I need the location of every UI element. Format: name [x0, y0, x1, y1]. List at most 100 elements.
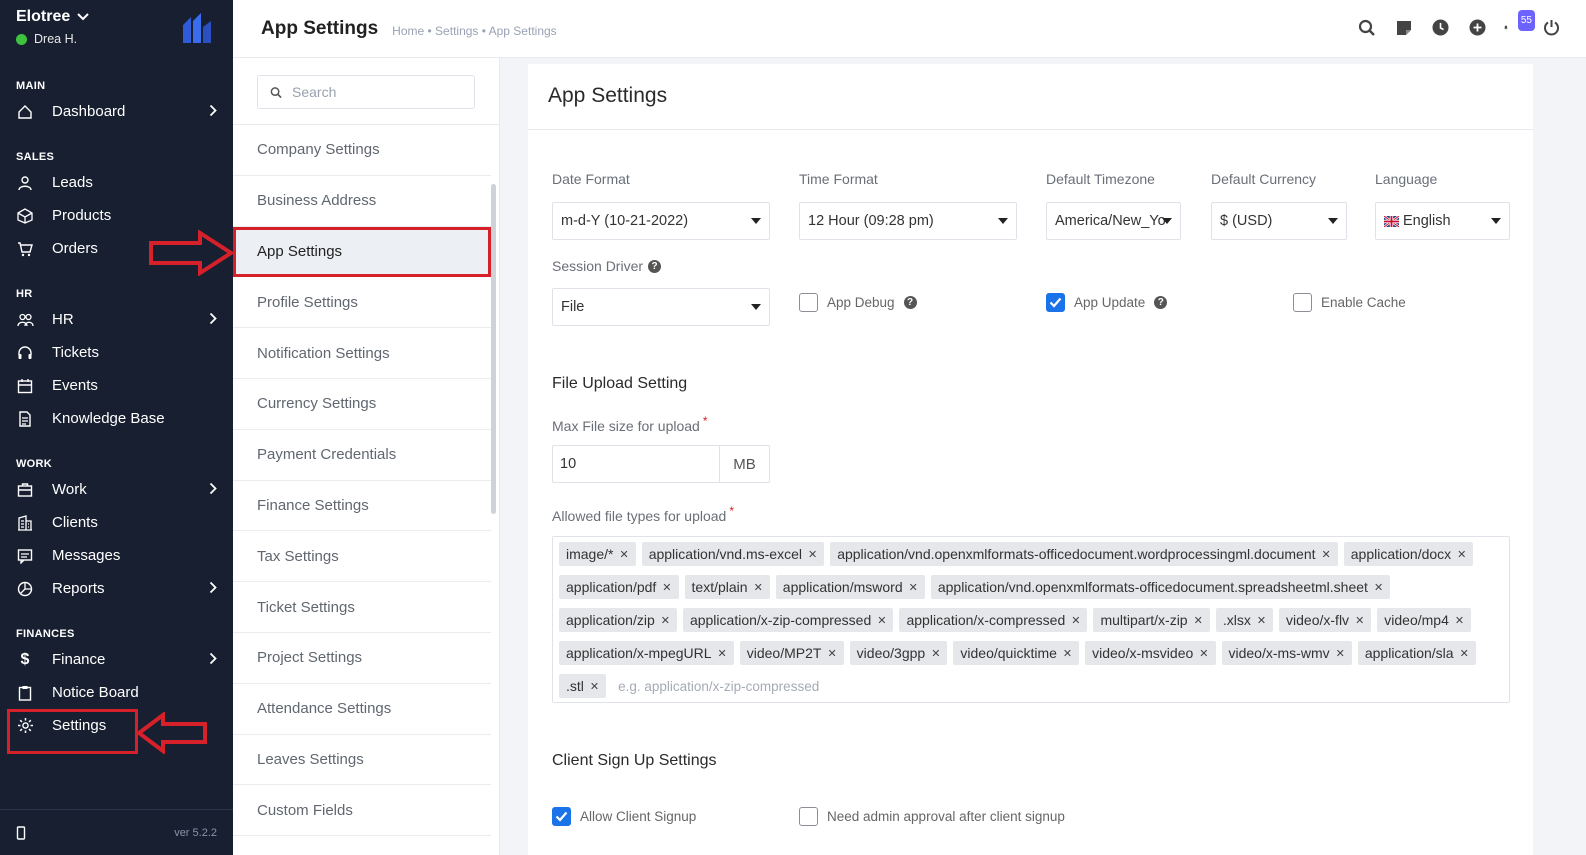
- remove-tag-icon[interactable]: ✕: [662, 581, 671, 594]
- enable-cache-checkbox-row[interactable]: Enable Cache: [1293, 293, 1406, 312]
- settings-menu-item-profile-settings[interactable]: Profile Settings: [233, 277, 491, 329]
- app-debug-checkbox[interactable]: [799, 293, 818, 312]
- sidebar-item-products[interactable]: Products: [0, 199, 233, 232]
- file-type-tag: application/x-zip-compressed ✕: [682, 608, 894, 632]
- settings-menu-item-business-address[interactable]: Business Address: [233, 176, 491, 227]
- currency-select[interactable]: $ (USD): [1211, 202, 1347, 240]
- help-icon[interactable]: ?: [903, 296, 917, 309]
- chevron-right-wrap: [209, 482, 217, 499]
- sidebar-item-notice-board[interactable]: Notice Board: [0, 676, 233, 709]
- remove-tag-icon[interactable]: ✕: [1460, 647, 1469, 660]
- brand-header[interactable]: Elotree Drea H.: [0, 0, 233, 58]
- settings-menu-item-currency-settings[interactable]: Currency Settings: [233, 379, 491, 430]
- file-type-tag-entry[interactable]: e.g. application/x-zip-compressed: [612, 674, 819, 698]
- session-driver-select[interactable]: File: [552, 288, 770, 326]
- notification-bell-icon[interactable]: 55: [1504, 10, 1535, 38]
- clock-icon[interactable]: [1430, 17, 1451, 38]
- remove-tag-icon[interactable]: ✕: [1071, 614, 1080, 627]
- remove-tag-icon[interactable]: ✕: [718, 647, 727, 660]
- settings-menu-item-project-settings[interactable]: Project Settings: [233, 633, 491, 684]
- sidebar-item-leads[interactable]: Leads: [0, 166, 233, 199]
- breadcrumb[interactable]: Home • Settings • App Settings: [392, 24, 557, 38]
- date-format-select[interactable]: m-d-Y (10-21-2022): [552, 202, 770, 240]
- settings-menu-item-leaves-settings[interactable]: Leaves Settings: [233, 735, 491, 786]
- file-type-tag-label: application/msword: [782, 579, 903, 595]
- remove-tag-icon[interactable]: ✕: [909, 581, 918, 594]
- allowed-file-types-tag-input[interactable]: image/* ✕ application/vnd.ms-excel ✕ applica…: [552, 536, 1510, 703]
- remove-tag-icon[interactable]: ✕: [1355, 614, 1364, 627]
- app-debug-checkbox-row[interactable]: App Debug ?: [799, 293, 917, 312]
- app-logo-icon[interactable]: [181, 11, 215, 45]
- file-type-tag-label: video/x-msvideo: [1092, 645, 1194, 661]
- allow-client-signup-row[interactable]: Allow Client Signup: [552, 807, 696, 826]
- settings-menu-scrollbar[interactable]: [491, 184, 496, 514]
- remove-tag-icon[interactable]: ✕: [1336, 647, 1345, 660]
- sticky-note-icon[interactable]: [1393, 17, 1414, 38]
- help-icon[interactable]: ?: [1154, 296, 1168, 309]
- sidebar-item-hr[interactable]: HR: [0, 303, 233, 336]
- remove-tag-icon[interactable]: ✕: [931, 647, 940, 660]
- remove-tag-icon[interactable]: ✕: [1455, 614, 1464, 627]
- remove-tag-icon[interactable]: ✕: [619, 548, 628, 561]
- remove-tag-icon[interactable]: ✕: [754, 581, 763, 594]
- nav-section-main: MAIN: [16, 80, 46, 92]
- power-icon[interactable]: [1541, 17, 1562, 38]
- allow-client-signup-checkbox[interactable]: [552, 807, 571, 826]
- cart-icon: [16, 240, 34, 258]
- remove-tag-icon[interactable]: ✕: [1374, 581, 1383, 594]
- sidebar-item-work[interactable]: Work: [0, 473, 233, 506]
- settings-menu-item-payment-credentials[interactable]: Payment Credentials: [233, 430, 491, 481]
- remove-tag-icon[interactable]: ✕: [1257, 614, 1266, 627]
- sidebar-item-knowledge-base[interactable]: Knowledge Base: [0, 402, 233, 435]
- sidebar-item-messages[interactable]: Messages: [0, 539, 233, 572]
- language-select[interactable]: English: [1375, 202, 1510, 240]
- file-type-tag-label: video/x-flv: [1286, 612, 1350, 628]
- remove-tag-icon[interactable]: ✕: [590, 680, 599, 693]
- chevron-right-icon: [209, 581, 217, 594]
- file-type-tag: text/plain ✕: [684, 575, 770, 599]
- remove-tag-icon[interactable]: ✕: [1199, 647, 1208, 660]
- app-update-checkbox-row[interactable]: App Update ?: [1046, 293, 1168, 312]
- sidebar-item-dashboard[interactable]: Dashboard: [0, 95, 233, 128]
- file-type-tag-label: application/zip: [566, 612, 655, 628]
- remove-tag-icon[interactable]: ✕: [1457, 548, 1466, 561]
- sidebar-item-clients[interactable]: Clients: [0, 506, 233, 539]
- enable-cache-checkbox[interactable]: [1293, 293, 1312, 312]
- remove-tag-icon[interactable]: ✕: [808, 548, 817, 561]
- settings-menu-item-ticket-settings[interactable]: Ticket Settings: [233, 582, 491, 633]
- max-file-size-input[interactable]: 10: [553, 446, 720, 482]
- sidebar-item-tickets[interactable]: Tickets: [0, 336, 233, 369]
- settings-menu-item-finance-settings[interactable]: Finance Settings: [233, 481, 491, 532]
- settings-menu-item-attendance-settings[interactable]: Attendance Settings: [233, 684, 491, 735]
- sidebar-item-reports[interactable]: Reports: [0, 572, 233, 605]
- top-header: App Settings Home • Settings • App Setti…: [233, 0, 1586, 58]
- help-icon[interactable]: ?: [648, 259, 662, 273]
- remove-tag-icon[interactable]: ✕: [661, 614, 670, 627]
- remove-tag-icon[interactable]: ✕: [1194, 614, 1203, 627]
- settings-search-box[interactable]: [257, 75, 475, 109]
- settings-menu-item-company-settings[interactable]: Company Settings: [233, 125, 491, 176]
- arrow-right-icon: [149, 230, 234, 276]
- remove-tag-icon[interactable]: ✕: [1322, 548, 1331, 561]
- settings-menu-item-app-settings[interactable]: App Settings: [233, 226, 491, 278]
- settings-search-input[interactable]: [292, 84, 462, 100]
- settings-menu-item-tax-settings[interactable]: Tax Settings: [233, 531, 491, 583]
- file-type-tag: application/docx ✕: [1343, 542, 1474, 566]
- sidebar-item-label: Products: [52, 207, 112, 224]
- sidebar-item-events[interactable]: Events: [0, 369, 233, 402]
- search-icon[interactable]: [1356, 17, 1377, 38]
- settings-menu-item-notification-settings[interactable]: Notification Settings: [233, 328, 491, 379]
- timezone-select[interactable]: America/New_Yo: [1046, 202, 1181, 240]
- sidebar-item-finance[interactable]: $ Finance: [0, 643, 233, 676]
- people-icon: [16, 311, 34, 329]
- remove-tag-icon[interactable]: ✕: [827, 647, 836, 660]
- app-update-checkbox[interactable]: [1046, 293, 1065, 312]
- admin-approval-row[interactable]: Need admin approval after client signup: [799, 807, 1065, 826]
- admin-approval-checkbox[interactable]: [799, 807, 818, 826]
- add-circle-icon[interactable]: [1467, 17, 1488, 38]
- remove-tag-icon[interactable]: ✕: [877, 614, 886, 627]
- settings-menu-item-custom-fields[interactable]: Custom Fields: [233, 785, 491, 837]
- time-format-select[interactable]: 12 Hour (09:28 pm): [799, 202, 1017, 240]
- remove-tag-icon[interactable]: ✕: [1063, 647, 1072, 660]
- mobile-icon[interactable]: [16, 825, 26, 840]
